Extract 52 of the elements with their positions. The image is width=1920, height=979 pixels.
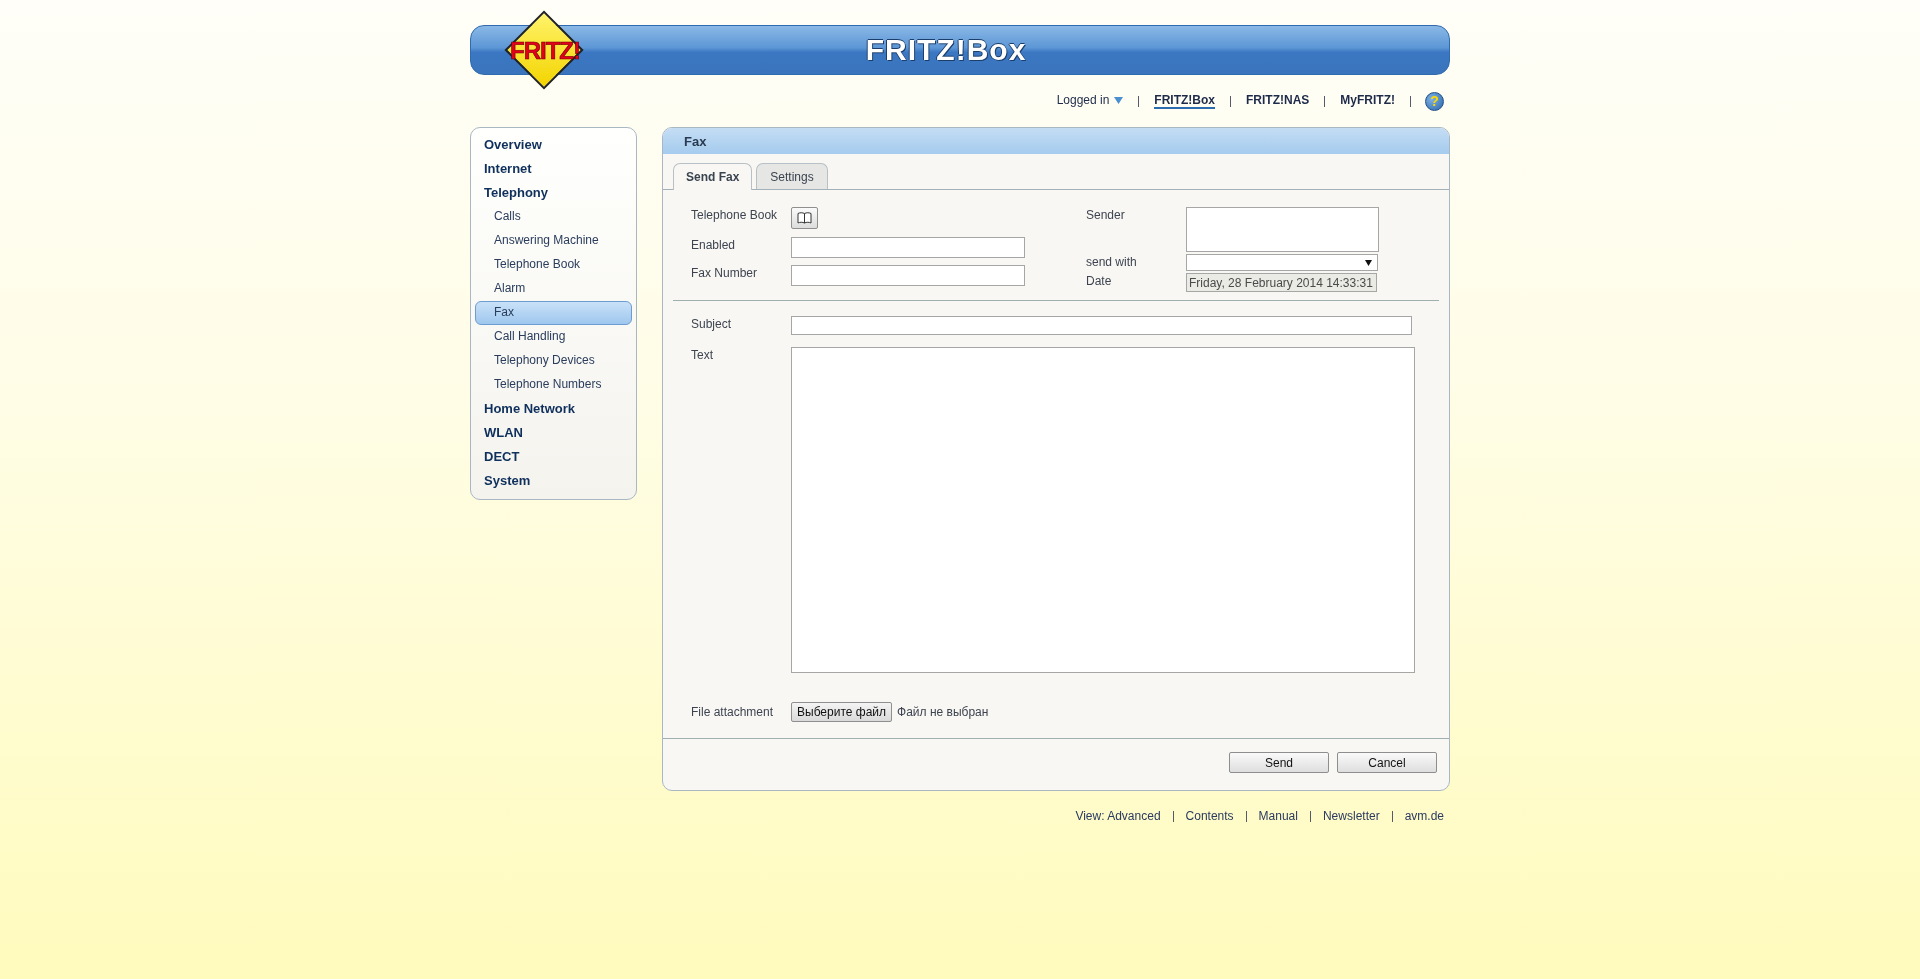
panel-title: Fax <box>663 128 1449 154</box>
caret-icon <box>1114 96 1124 104</box>
nav-link[interactable]: FRITZ!NAS <box>1231 93 1325 109</box>
field-label: Fax Number <box>691 265 759 281</box>
sidebar-item[interactable]: System <box>475 469 632 493</box>
sidebar-item[interactable]: Home Network <box>475 397 632 421</box>
sender-field[interactable] <box>1186 207 1379 252</box>
sidebar-item[interactable]: Telephone Numbers <box>475 373 632 397</box>
field-label: Date <box>1086 273 1113 288</box>
input-field[interactable] <box>791 236 1025 258</box>
field-label: Text <box>691 347 714 362</box>
subject-field[interactable] <box>791 316 1412 335</box>
footer-link[interactable]: Newsletter <box>1310 809 1392 823</box>
sidebar-item[interactable]: Internet <box>475 157 632 181</box>
nav-link[interactable]: MyFRITZ! <box>1325 93 1410 109</box>
action-button[interactable]: Send <box>1229 752 1329 773</box>
book-icon <box>797 212 812 224</box>
caret-icon <box>1365 259 1372 266</box>
user-menu[interactable]: Logged in <box>1041 93 1139 109</box>
footer-link[interactable]: avm.de <box>1392 809 1444 823</box>
file-status: Файл не выбран <box>897 705 989 719</box>
sidebar-item[interactable]: Alarm <box>475 277 632 301</box>
sidebar-item[interactable]: Fax <box>475 301 632 325</box>
product-title: FRITZ!Box <box>865 33 1027 67</box>
sidebar-item[interactable]: Telephone Book <box>475 253 632 277</box>
phonebook-button[interactable] <box>791 207 818 229</box>
sidebar-item[interactable]: Calls <box>475 205 632 229</box>
sidebar-item[interactable]: Call Handling <box>475 325 632 349</box>
sidebar-item[interactable]: Telephony <box>475 181 632 205</box>
sidebar-item[interactable]: WLAN <box>475 421 632 445</box>
select-field[interactable] <box>1186 254 1378 271</box>
input-field[interactable] <box>791 265 1025 287</box>
tab[interactable]: Send Fax <box>673 163 753 190</box>
footer-link[interactable]: View: Advanced <box>1063 809 1173 823</box>
field-label: Enabled <box>691 236 737 252</box>
sidebar-item[interactable]: Telephony Devices <box>475 349 632 373</box>
sidebar-item[interactable]: Overview <box>475 133 632 157</box>
action-button[interactable]: Cancel <box>1337 752 1437 773</box>
choose-file-button[interactable]: Выберите файл <box>791 702 893 722</box>
footer-link[interactable]: Contents <box>1173 809 1246 823</box>
nav-link[interactable]: FRITZ!Box <box>1154 93 1215 109</box>
field-label: Subject <box>691 316 733 331</box>
field-label: File attachment <box>691 704 775 719</box>
field-label: Telephone Book <box>691 207 779 222</box>
field-label: send with <box>1086 254 1138 269</box>
logo: FRITZ! <box>504 10 586 92</box>
sidebar-item[interactable]: Answering Machine <box>475 229 632 253</box>
field-label: Sender <box>1086 207 1126 222</box>
tab[interactable]: Settings <box>756 163 828 189</box>
text-field[interactable] <box>791 347 1415 673</box>
sidebar-item[interactable]: DECT <box>475 445 632 469</box>
footer-link[interactable]: Manual <box>1246 809 1310 823</box>
